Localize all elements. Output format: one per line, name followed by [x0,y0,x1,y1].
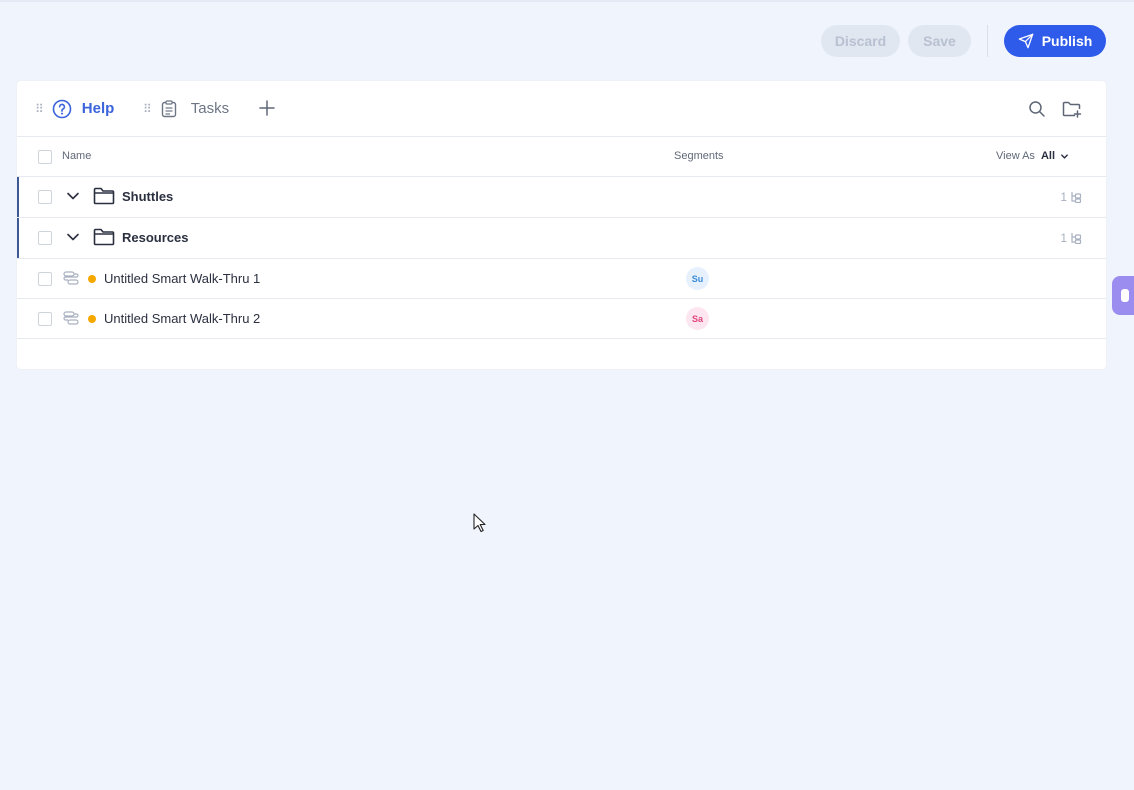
drag-handle-icon[interactable]: ⠿ [35,103,44,115]
chevron-down-icon[interactable] [66,230,80,244]
chevron-down-icon[interactable] [66,189,80,203]
clipboard-icon [161,99,176,117]
select-all-checkbox[interactable] [38,150,52,164]
tabs-bar: ⠿ Help ⠿ Tasks [17,81,1106,137]
hierarchy-icon [1071,233,1082,244]
tab-tasks[interactable]: ⠿ Tasks [143,81,229,136]
row-checkbox[interactable] [38,190,52,204]
item-count: 1 [1060,177,1082,217]
search-icon[interactable] [1028,100,1046,118]
view-as-dropdown[interactable]: View As All [996,137,1069,176]
drag-handle-icon[interactable]: ⠿ [143,103,152,115]
chevron-down-icon [1061,154,1068,159]
folder-row-resources[interactable]: Resources 1 [17,218,1106,259]
segment-badge[interactable]: Sa [686,307,709,330]
help-circle-icon [52,99,72,118]
list-item[interactable]: Untitled Smart Walk-Thru 1 Su [17,259,1106,299]
smart-walk-thru-icon [63,271,79,285]
save-button[interactable]: Save [908,25,971,57]
plus-icon [259,100,275,116]
folder-name: Shuttles [122,189,174,204]
status-dot [88,315,96,323]
mouse-cursor-icon [473,513,486,533]
smart-walk-thru-icon [63,311,79,325]
segment-badge[interactable]: Su [686,267,709,290]
top-divider [0,0,1134,2]
status-dot [88,275,96,283]
column-header-name[interactable]: Name [62,137,91,176]
toolbar-divider [987,25,988,57]
folder-name: Resources [122,230,189,245]
publish-label: Publish [1041,33,1093,49]
new-folder-icon[interactable] [1062,100,1082,118]
table-header: Name Segments View As All [17,137,1106,177]
item-count: 1 [1060,218,1082,258]
walk-thru-name[interactable]: Untitled Smart Walk-Thru 1 [104,259,260,298]
send-icon [1018,33,1034,49]
tab-help[interactable]: ⠿ Help [35,81,114,136]
column-header-segments: Segments [674,150,724,162]
folder-icon [93,228,115,246]
add-tab-button[interactable] [257,98,277,118]
side-widget-tab[interactable] [1112,276,1134,315]
row-checkbox[interactable] [38,272,52,286]
publish-button[interactable]: Publish [1004,25,1106,57]
hierarchy-icon [1071,192,1082,203]
folder-icon [93,187,115,205]
tab-tasks-label: Tasks [190,100,230,117]
widget-icon [1121,289,1129,302]
row-checkbox[interactable] [38,312,52,326]
item-count-value: 1 [1060,231,1067,245]
discard-button[interactable]: Discard [821,25,900,57]
list-item[interactable]: Untitled Smart Walk-Thru 2 Sa [17,299,1106,339]
view-as-label: View As [996,150,1035,162]
walk-thru-name[interactable]: Untitled Smart Walk-Thru 2 [104,299,260,338]
row-checkbox[interactable] [38,231,52,245]
editor-toolbar: Discard Save Publish [813,25,1106,57]
panel-actions [1028,81,1082,136]
folder-row-shuttles[interactable]: Shuttles 1 [17,177,1106,218]
view-as-value: All [1040,150,1055,162]
content-panel: ⠿ Help ⠿ Tasks Name Segments View As All [17,81,1106,369]
tab-help-label: Help [81,100,115,117]
item-count-value: 1 [1060,190,1067,204]
